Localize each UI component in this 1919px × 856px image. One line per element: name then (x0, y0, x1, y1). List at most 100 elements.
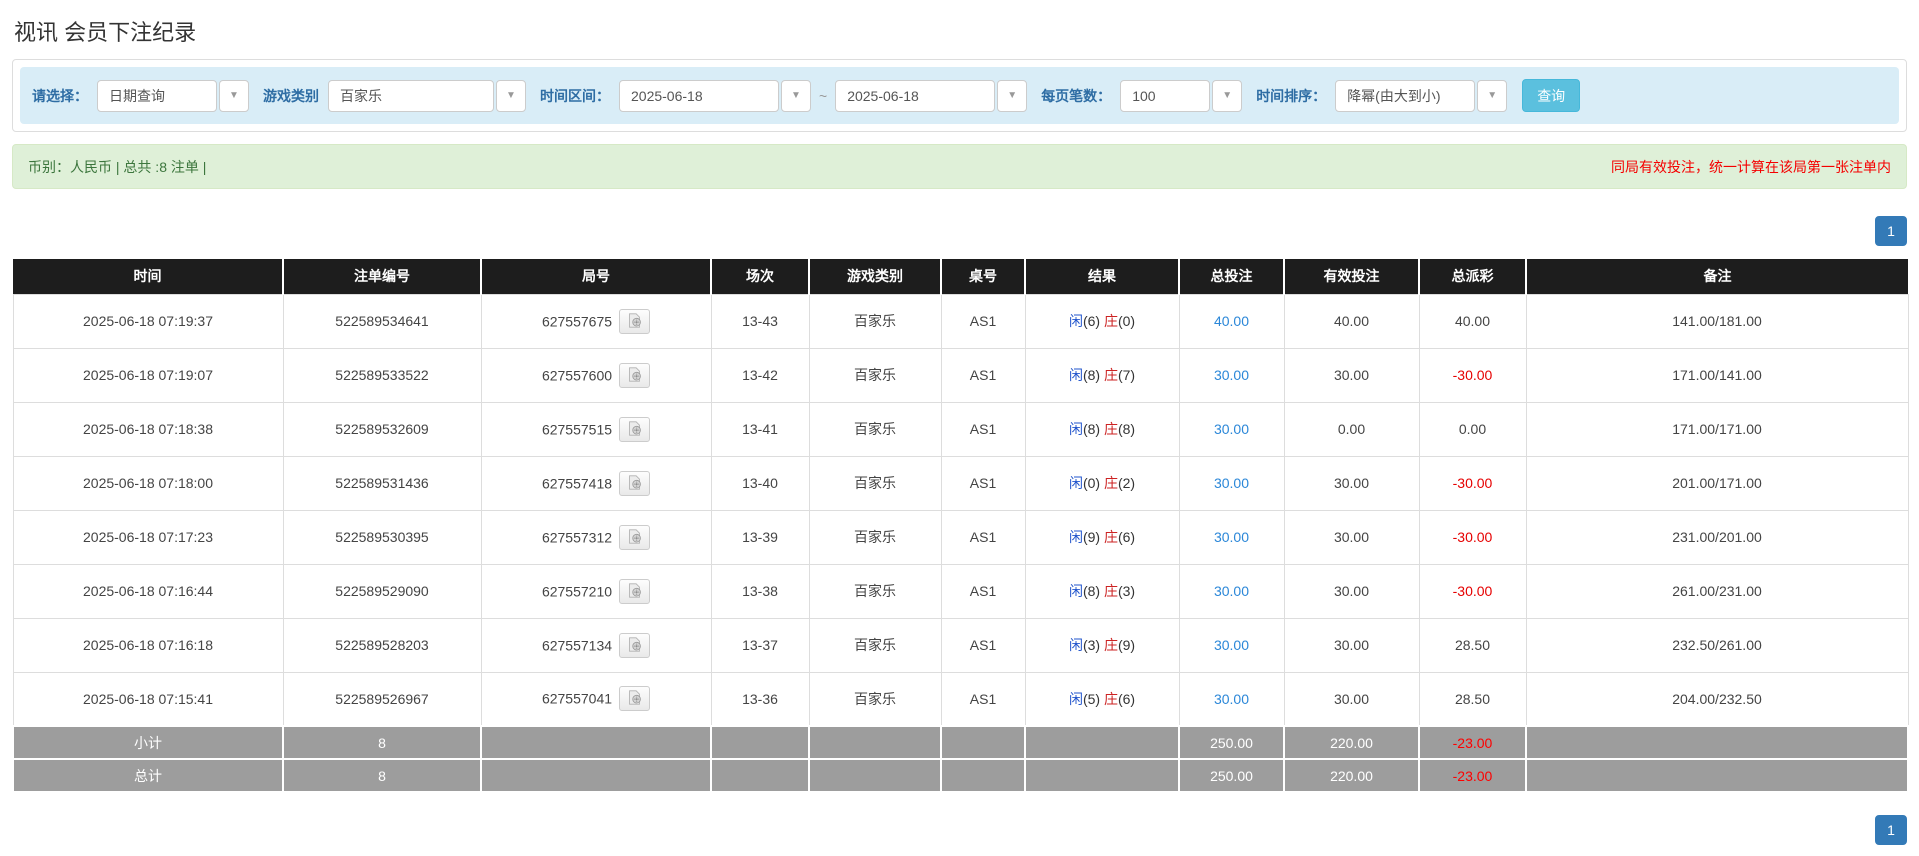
round-number: 627557418 (541, 475, 613, 491)
time-sort-select[interactable]: 降幂(由大到小) ▼ (1335, 79, 1508, 112)
cell-game-type: 百家乐 (808, 347, 942, 403)
result-banker-score: (0) (1117, 313, 1136, 329)
total-bet-link[interactable]: 30.00 (1214, 637, 1249, 653)
summary-valid-bet: 220.00 (1283, 758, 1420, 793)
header-round-id: 局号 (481, 259, 712, 294)
cell-round-id: 627557600 (480, 347, 712, 403)
video-replay-button[interactable] (619, 632, 651, 658)
page-size-value[interactable]: 100 (1120, 79, 1211, 112)
cell-game-type: 百家乐 (808, 401, 942, 457)
video-replay-button[interactable] (619, 578, 651, 604)
total-bet-link[interactable]: 30.00 (1214, 691, 1249, 707)
cell-session: 13-41 (710, 401, 810, 457)
video-replay-button[interactable] (619, 362, 651, 388)
video-replay-button[interactable] (619, 686, 651, 712)
cell-total-bet: 30.00 (1178, 563, 1285, 619)
cell-bet-id: 522589531436 (282, 455, 482, 511)
query-type-value[interactable]: 日期查询 (97, 79, 217, 112)
cell-time: 2025-06-18 07:15:41 (12, 671, 284, 727)
cell-game-type: 百家乐 (808, 293, 942, 349)
result-player-score: (8) (1082, 367, 1104, 383)
cell-bet-id: 522589526967 (282, 671, 482, 727)
header-remark: 备注 (1526, 259, 1908, 294)
total-bet-link[interactable]: 30.00 (1214, 421, 1249, 437)
search-button[interactable]: 查询 (1522, 79, 1581, 112)
summary-empty-remark (1525, 758, 1909, 793)
cell-result: 闲(9) 庄(6) (1024, 509, 1180, 565)
cell-round-id: 627557041 (480, 671, 712, 727)
round-number: 627557515 (541, 421, 613, 437)
round-number: 627557600 (541, 367, 613, 383)
cell-game-type: 百家乐 (808, 671, 942, 727)
summary-valid-bet: 220.00 (1283, 725, 1420, 760)
page-size-select[interactable]: 100 ▼ (1120, 79, 1243, 112)
summary-count: 8 (282, 758, 482, 793)
film-icon (629, 312, 641, 328)
film-icon (629, 528, 641, 544)
date-to-picker[interactable]: 2025-06-18 ▼ (835, 79, 1028, 112)
header-total-bet: 总投注 (1179, 259, 1285, 294)
chevron-down-icon[interactable]: ▼ (781, 79, 811, 112)
total-row: 总计 8 250.00 220.00 -23.00 (12, 758, 1909, 793)
round-number: 627557312 (541, 529, 613, 545)
total-bet-link[interactable]: 30.00 (1214, 475, 1249, 491)
header-payout: 总派彩 (1419, 259, 1527, 294)
result-banker: 庄 (1103, 313, 1118, 329)
date-from-value[interactable]: 2025-06-18 (619, 79, 779, 112)
query-type-select[interactable]: 日期查询 ▼ (97, 79, 249, 112)
cell-result: 闲(8) 庄(7) (1024, 347, 1180, 403)
chevron-down-icon[interactable]: ▼ (1477, 79, 1508, 112)
date-from-picker[interactable]: 2025-06-18 ▼ (619, 79, 811, 112)
round-number: 627557675 (541, 313, 613, 329)
table-row: 2025-06-18 07:17:23 522589530395 627557312… (12, 509, 1909, 565)
result-player: 闲 (1068, 421, 1083, 437)
total-bet-link[interactable]: 30.00 (1214, 583, 1249, 599)
date-to-value[interactable]: 2025-06-18 (835, 79, 996, 112)
total-bet-link[interactable]: 30.00 (1214, 529, 1249, 545)
cell-remark: 232.50/261.00 (1525, 617, 1909, 673)
page-title: 视讯 会员下注纪录 (14, 20, 197, 45)
table-row: 2025-06-18 07:19:37 522589534641 627557675… (12, 293, 1909, 349)
cell-table-no: AS1 (940, 293, 1026, 349)
time-sort-value[interactable]: 降幂(由大到小) (1335, 79, 1476, 112)
pagination-top: 1 (12, 216, 1907, 246)
cell-payout: -30.00 (1418, 563, 1527, 619)
video-replay-button[interactable] (619, 524, 651, 550)
summary-label: 小计 (12, 725, 284, 760)
cell-total-bet: 30.00 (1178, 509, 1285, 565)
table-row: 2025-06-18 07:15:41 522589526967 627557041… (12, 671, 1909, 727)
result-player: 闲 (1068, 583, 1083, 599)
chevron-down-icon[interactable]: ▼ (496, 79, 526, 112)
video-replay-button[interactable] (619, 470, 651, 496)
round-number: 627557041 (541, 690, 613, 707)
cell-valid-bet: 30.00 (1283, 617, 1420, 673)
header-table-no: 桌号 (941, 259, 1026, 294)
cell-time: 2025-06-18 07:18:38 (12, 401, 284, 457)
cell-valid-bet: 30.00 (1283, 671, 1420, 727)
video-replay-button[interactable] (619, 416, 651, 442)
page-1-button[interactable]: 1 (1875, 216, 1907, 246)
cell-game-type: 百家乐 (808, 455, 942, 511)
select-type-label: 请选择： (32, 87, 88, 104)
cell-table-no: AS1 (940, 509, 1026, 565)
total-bet-link[interactable]: 30.00 (1214, 367, 1249, 383)
chevron-down-icon[interactable]: ▼ (1212, 79, 1243, 112)
video-replay-button[interactable] (619, 308, 651, 334)
betting-records-table: 时间 注单编号 局号 场次 游戏类别 桌号 结果 总投注 有效投注 总派彩 备注… (12, 259, 1909, 793)
round-number: 627557210 (541, 583, 613, 599)
game-type-select[interactable]: 百家乐 ▼ (328, 79, 526, 112)
cell-valid-bet: 30.00 (1283, 509, 1420, 565)
result-player-score: (8) (1082, 583, 1104, 599)
summary-total-bet: 250.00 (1178, 758, 1285, 793)
game-type-value[interactable]: 百家乐 (328, 79, 494, 112)
summary-empty-round (480, 758, 712, 793)
chevron-down-icon[interactable]: ▼ (219, 79, 249, 112)
cell-game-type: 百家乐 (808, 617, 942, 673)
total-bet-link[interactable]: 40.00 (1214, 313, 1249, 329)
cell-valid-bet: 40.00 (1283, 293, 1420, 349)
summary-empty-game (808, 758, 942, 793)
cell-total-bet: 30.00 (1178, 401, 1285, 457)
result-player-score: (6) (1082, 313, 1104, 329)
chevron-down-icon[interactable]: ▼ (997, 79, 1028, 112)
summary-total-bet: 250.00 (1178, 725, 1285, 760)
